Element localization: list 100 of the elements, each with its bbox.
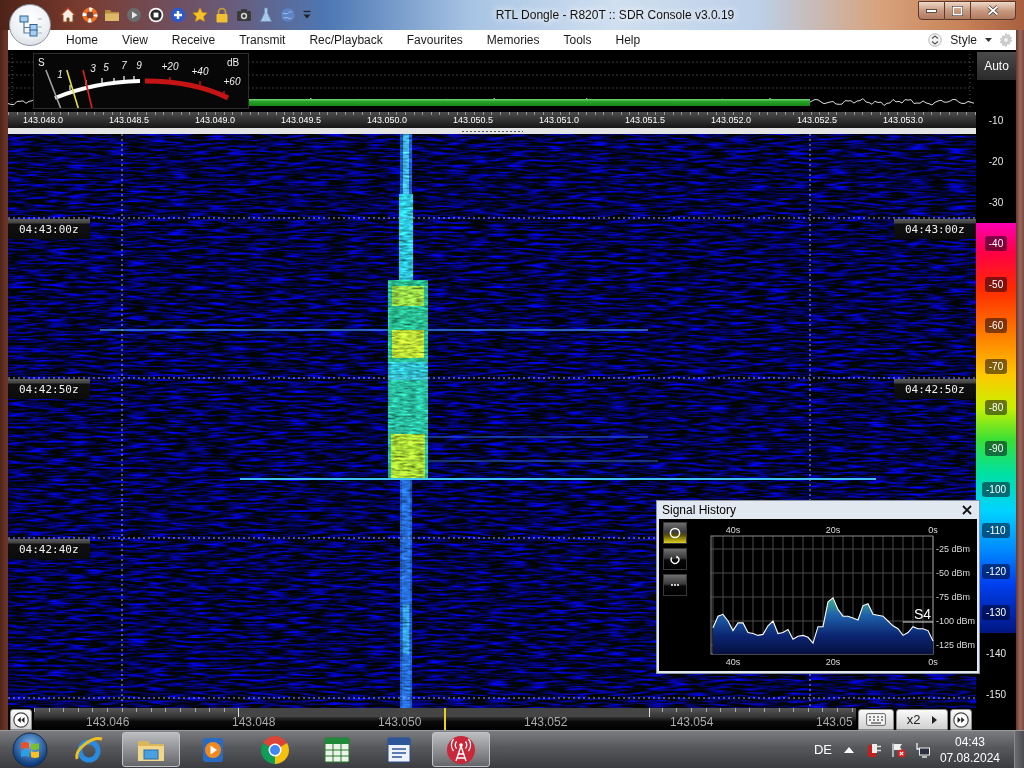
menu-item[interactable]: Memories xyxy=(474,30,552,50)
camera-icon[interactable] xyxy=(236,7,252,23)
frequency-label: 143.048.5 xyxy=(109,114,151,127)
time-label: 04:43:00z xyxy=(894,219,976,239)
history-tool-button[interactable] xyxy=(663,548,687,570)
menu-item[interactable]: Tools xyxy=(551,30,604,50)
meter-scale-label: 5 xyxy=(103,62,109,73)
home-icon[interactable] xyxy=(60,7,76,23)
meter-scale-label: 3 xyxy=(90,63,96,74)
menu-item[interactable]: Rec/Playback xyxy=(297,30,395,50)
close-button[interactable] xyxy=(971,1,1016,20)
tuning-marker xyxy=(444,708,446,730)
zoom-dropdown[interactable]: x2 xyxy=(896,709,948,730)
menu-item[interactable]: Help xyxy=(603,30,653,50)
flag-icon[interactable] xyxy=(889,741,906,758)
time-label: 04:42:50z xyxy=(894,379,976,399)
level-label: -30 xyxy=(988,197,1004,208)
axis-tick-label: -75 dBm xyxy=(936,592,970,602)
level-label: -110 xyxy=(982,523,1010,538)
play-icon[interactable] xyxy=(126,7,142,23)
up-down-arrows-icon[interactable] xyxy=(928,32,943,48)
menu-item[interactable]: View xyxy=(110,30,160,50)
meter-scale-label: +60 xyxy=(223,76,241,87)
level-label: -70 xyxy=(984,359,1008,374)
style-dropdown[interactable]: Style xyxy=(948,31,994,49)
level-label: -130 xyxy=(982,605,1010,620)
caret-icon xyxy=(985,38,992,42)
menu-item[interactable]: Receive xyxy=(159,30,228,50)
visible-range-marker[interactable] xyxy=(238,708,650,717)
frequency-label: 143.054 xyxy=(670,715,714,729)
menu-item[interactable]: Home xyxy=(54,30,110,50)
clock-date[interactable]: 07.08.2024 xyxy=(939,749,1000,766)
frequency-label: 143.051.5 xyxy=(625,114,667,127)
level-label: -50 xyxy=(984,277,1008,292)
refresh-icon xyxy=(669,553,681,565)
axis-tick-label: 0s xyxy=(928,657,938,667)
four-pane-flag-icon xyxy=(12,731,48,768)
menu-item[interactable]: Transmit xyxy=(227,30,298,50)
frequency-label: 143.052.5 xyxy=(797,114,839,127)
level-label: -80 xyxy=(984,400,1008,415)
history-tool-button[interactable] xyxy=(663,574,687,596)
antenna-tower-icon xyxy=(445,733,477,766)
frequency-label: 143.050.5 xyxy=(453,114,495,127)
frequency-label: 143.052 xyxy=(524,715,568,729)
meter-scale-label: +40 xyxy=(191,66,209,77)
star-icon[interactable] xyxy=(192,7,208,23)
minimize-button[interactable] xyxy=(918,1,945,20)
maximize-button[interactable] xyxy=(945,1,971,20)
clock-time[interactable]: 04:43 xyxy=(954,733,985,750)
segmented-circle-icon xyxy=(259,733,291,766)
level-label: -150 xyxy=(986,689,1006,700)
network-computer-icon[interactable] xyxy=(913,741,930,758)
flask-icon[interactable] xyxy=(258,7,274,23)
axis-tick-label: -125 dBm xyxy=(936,640,976,650)
close-icon xyxy=(987,5,999,16)
frequency-label: 143.049.5 xyxy=(281,114,323,127)
frequency-label: 143.048 xyxy=(232,715,276,729)
axis-tick-label: 20s xyxy=(825,657,841,667)
scroll-left-button[interactable] xyxy=(10,709,32,730)
frequency-label: 143.050.0 xyxy=(367,114,409,127)
keyboard-icon xyxy=(866,713,886,726)
folder-icon[interactable] xyxy=(104,7,120,23)
language-indicator[interactable]: DE xyxy=(813,742,832,757)
frequency-label: 143.052.0 xyxy=(711,114,753,127)
window-title: RTL Dongle - R820T :: SDR Console v3.0.19 xyxy=(494,8,736,22)
maximize-icon xyxy=(952,5,963,16)
scroll-right-button[interactable] xyxy=(950,709,972,730)
splitter-grip[interactable] xyxy=(461,129,523,133)
close-icon xyxy=(962,505,972,515)
axis-tick-label: 40s xyxy=(725,525,741,535)
level-label: -60 xyxy=(984,318,1008,333)
circle-icon xyxy=(669,527,681,539)
padlock-icon[interactable] xyxy=(214,7,230,23)
frequency-label: 143.049.0 xyxy=(195,114,237,127)
axis-tick-label: -25 dBm xyxy=(936,544,970,554)
taskbar-button[interactable] xyxy=(432,732,490,767)
meter-scale-label: +20 xyxy=(161,61,179,72)
time-label: 04:42:40z xyxy=(8,539,90,559)
meter-scale-label: S xyxy=(38,57,45,68)
history-tool-button[interactable] xyxy=(663,522,687,544)
plus-icon[interactable] xyxy=(170,7,186,23)
taskbar-button[interactable] xyxy=(122,732,180,767)
auto-scale-button[interactable]: Auto xyxy=(977,52,1016,80)
close-button[interactable] xyxy=(960,503,974,517)
show-desktop-button[interactable] xyxy=(1014,731,1024,768)
keyboard-button[interactable] xyxy=(858,709,894,730)
axis-tick-label: -100 dBm xyxy=(936,616,976,626)
meter-scale-label: 9 xyxy=(136,60,142,71)
frequency-label: 143.053.0 xyxy=(883,114,925,127)
tray-expand-icon[interactable] xyxy=(843,746,854,753)
lifebuoy-icon[interactable] xyxy=(82,7,98,23)
level-label: -40 xyxy=(984,236,1008,251)
level-label: -120 xyxy=(982,564,1010,579)
power-plug-icon[interactable] xyxy=(865,741,882,758)
meter-unit-label: dB xyxy=(227,57,240,68)
level-label: -20 xyxy=(988,156,1004,167)
minimize-icon xyxy=(926,8,937,13)
frequency-label: 143.046 xyxy=(86,715,130,729)
stop-icon[interactable] xyxy=(148,7,164,23)
menu-item[interactable]: Favourites xyxy=(394,30,475,50)
